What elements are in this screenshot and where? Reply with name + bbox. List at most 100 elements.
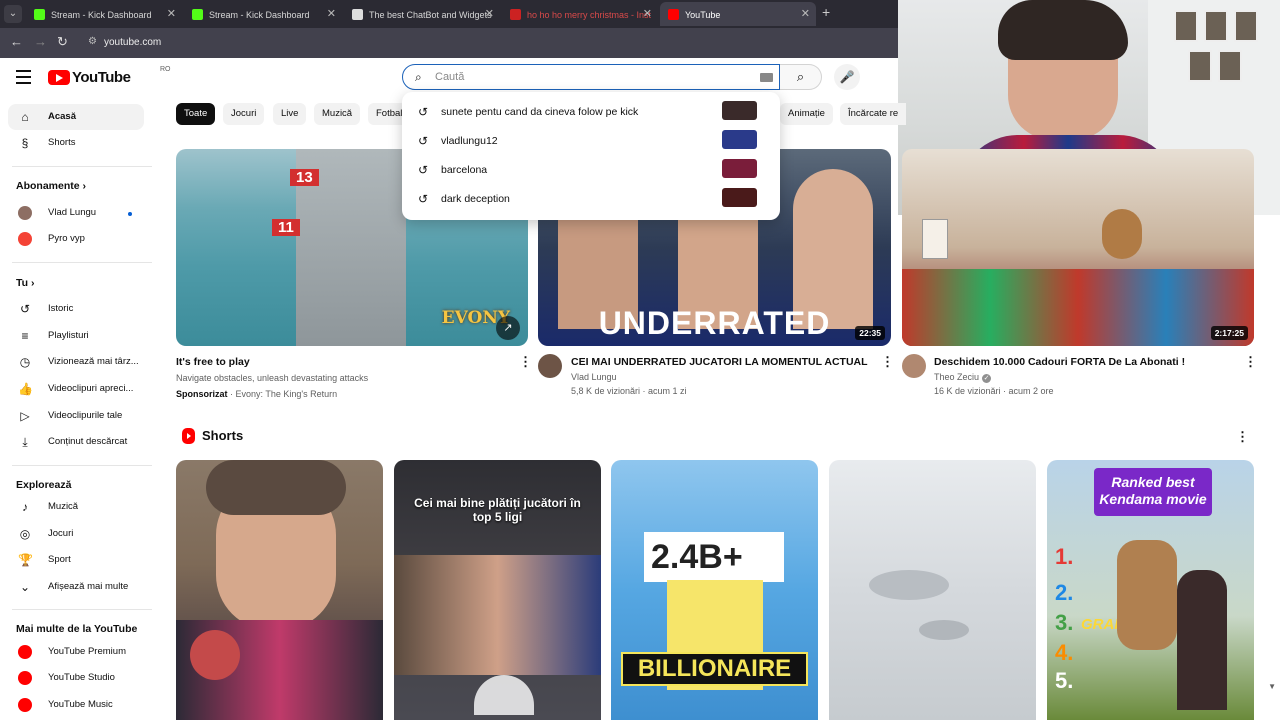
- sports-trophy-icon: 🏆: [18, 553, 33, 567]
- chip-recently-uploaded[interactable]: Încărcate re: [840, 103, 907, 125]
- forward-icon[interactable]: →: [34, 34, 47, 49]
- voice-search-button[interactable]: 🎤: [834, 64, 860, 90]
- avatar: [18, 232, 32, 246]
- video-duration: 2:17:25: [1210, 326, 1248, 340]
- more-options-icon[interactable]: ⋮: [1244, 355, 1257, 368]
- more-options-icon[interactable]: ⋮: [519, 355, 532, 368]
- channel-name[interactable]: Theo Zeciu ✓: [934, 372, 992, 383]
- microphone-icon: 🎤: [839, 70, 855, 84]
- close-tab-icon[interactable]: ✕: [485, 2, 494, 26]
- close-tab-icon[interactable]: ✕: [801, 2, 810, 26]
- sidebar-item-playlists[interactable]: ≡ Playlisturi: [8, 323, 144, 349]
- url-field[interactable]: ⚙ youtube.com: [80, 32, 890, 54]
- channel-avatar[interactable]: [902, 354, 926, 378]
- youtube-premium-icon: [18, 645, 32, 659]
- scrollbar-arrow-icon[interactable]: ▼: [1268, 682, 1276, 691]
- divider: [12, 166, 152, 167]
- short-thumbnail[interactable]: Cei mai bine plătiți jucători în top 5 l…: [394, 460, 601, 720]
- sidebar-item-history[interactable]: ↺ Istoric: [8, 296, 144, 322]
- browser-tab[interactable]: Stream - Kick Dashboard ✕: [184, 2, 342, 26]
- chip-animation[interactable]: Animație: [780, 103, 833, 125]
- thumbnail-perfume-box: [922, 219, 948, 259]
- close-tab-icon[interactable]: ✕: [643, 2, 652, 26]
- sidebar-item-your-videos[interactable]: ▷ Videoclipurile tale: [8, 403, 144, 429]
- short-thumbnail[interactable]: [176, 460, 383, 720]
- chip-all[interactable]: Toate: [176, 103, 216, 125]
- search-button[interactable]: ⌕: [780, 64, 822, 90]
- search-suggestion[interactable]: ↺ vladlungu12: [402, 126, 780, 155]
- history-icon: ↺: [19, 302, 31, 316]
- sidebar-item-channel[interactable]: Pyro vyp: [8, 226, 144, 252]
- ad-sponsor-line: Sponsorizat · Evony: The King's Return: [176, 389, 338, 399]
- thumbnail-gifts: [902, 269, 1254, 346]
- sidebar-item-channel[interactable]: Vlad Lungu: [8, 200, 144, 226]
- short-thumbnail[interactable]: [829, 460, 1036, 720]
- video-title[interactable]: It's free to play: [176, 356, 250, 368]
- history-icon: ↺: [418, 192, 429, 206]
- short-person: [1177, 570, 1227, 710]
- chevron-right-icon: ›: [30, 277, 35, 289]
- site-info-icon[interactable]: ⚙: [88, 36, 97, 47]
- sidebar-item-downloads[interactable]: ⤓ Conținut descărcat: [8, 429, 144, 455]
- sidebar-item-home[interactable]: ⌂ Acasă: [8, 104, 144, 130]
- close-tab-icon[interactable]: ✕: [327, 2, 336, 26]
- you-heading[interactable]: Tu ›: [16, 277, 34, 289]
- divider: [12, 262, 152, 263]
- avatar: [18, 206, 32, 220]
- menu-icon[interactable]: [16, 70, 31, 88]
- webcam-poster: [1204, 10, 1228, 42]
- new-tab-button[interactable]: +: [822, 4, 830, 20]
- more-options-icon[interactable]: ⋮: [1236, 430, 1249, 443]
- channel-name[interactable]: Vlad Lungu: [571, 372, 617, 382]
- channel-avatar[interactable]: [538, 354, 562, 378]
- short-kendama: [1117, 540, 1177, 650]
- browser-tab[interactable]: ho ho ho merry christmas - Inst ✕: [502, 2, 658, 26]
- chip-live[interactable]: Live: [273, 103, 307, 125]
- new-content-dot: [128, 212, 132, 216]
- sidebar-item-music[interactable]: ♪ Muzică: [8, 494, 144, 520]
- video-thumbnail[interactable]: 2:17:25: [902, 149, 1254, 346]
- external-link-icon[interactable]: ↗: [496, 316, 520, 340]
- video-title[interactable]: Deschidem 10.000 Cadouri FORTA De La Abo…: [934, 356, 1185, 368]
- video-stats: 5,8 K de vizionări · acum 1 zi: [571, 386, 687, 396]
- short-snow-track: [869, 570, 949, 600]
- sidebar-item-liked-videos[interactable]: 👍 Videoclipuri apreci...: [8, 376, 144, 402]
- subscriptions-heading[interactable]: Abonamente ›: [16, 180, 86, 192]
- browser-tab[interactable]: The best ChatBot and Widgets ✕: [344, 2, 500, 26]
- close-tab-icon[interactable]: ✕: [167, 2, 176, 26]
- sidebar-item-shorts[interactable]: § Shorts: [8, 130, 144, 156]
- back-icon[interactable]: ←: [10, 34, 23, 49]
- tab-list-button[interactable]: ⌄: [4, 5, 22, 23]
- short-logo-badge: [474, 675, 534, 715]
- liked-videos-icon: 👍: [18, 382, 33, 396]
- search-suggestion[interactable]: ↺ dark deception: [402, 184, 780, 213]
- kick-favicon-icon: [34, 9, 45, 21]
- sidebar-item-youtube-music[interactable]: YouTube Music: [8, 692, 144, 718]
- sidebar-item-gaming[interactable]: ◎ Jocuri: [8, 521, 144, 547]
- sidebar-item-show-more[interactable]: ⌄ Afișează mai multe: [8, 574, 144, 600]
- reload-icon[interactable]: ↻: [57, 34, 68, 50]
- search-icon: ⌕: [796, 69, 805, 84]
- keyboard-icon[interactable]: [760, 73, 773, 82]
- webcam-poster: [1174, 10, 1198, 42]
- short-people: [394, 555, 601, 675]
- search-suggestion[interactable]: ↺ barcelona: [402, 155, 780, 184]
- browser-tab-active[interactable]: YouTube ✕: [660, 2, 816, 26]
- sidebar: ⌂ Acasă § Shorts Abonamente › Vlad Lungu…: [0, 98, 156, 720]
- sidebar-item-sports[interactable]: 🏆 Sport: [8, 547, 144, 573]
- search-suggestion[interactable]: ↺ sunete pentu cand da cineva folow pe k…: [402, 97, 780, 126]
- watch-later-icon: ◷: [19, 355, 31, 369]
- sidebar-item-youtube-studio[interactable]: YouTube Studio: [8, 665, 144, 691]
- search-input[interactable]: ⌕ Caută: [402, 64, 780, 90]
- sidebar-item-youtube-premium[interactable]: YouTube Premium: [8, 639, 144, 665]
- video-title[interactable]: CEI MAI UNDERRATED JUCATORI LA MOMENTUL …: [571, 356, 868, 368]
- browser-tab[interactable]: Stream - Kick Dashboard ✕: [26, 2, 182, 26]
- chip-music[interactable]: Muzică: [314, 103, 361, 125]
- chip-gaming[interactable]: Jocuri: [223, 103, 265, 125]
- short-thumbnail[interactable]: 2.4B+ BILLIONAIRE: [611, 460, 818, 720]
- game-score-label: 13: [290, 169, 319, 186]
- more-options-icon[interactable]: ⋮: [881, 355, 894, 368]
- gaming-icon: ◎: [19, 527, 31, 541]
- short-thumbnail[interactable]: Ranked best Kendama movie 1. 2. 3. GRAND…: [1047, 460, 1254, 720]
- sidebar-item-watch-later[interactable]: ◷ Vizionează mai târz...: [8, 349, 144, 375]
